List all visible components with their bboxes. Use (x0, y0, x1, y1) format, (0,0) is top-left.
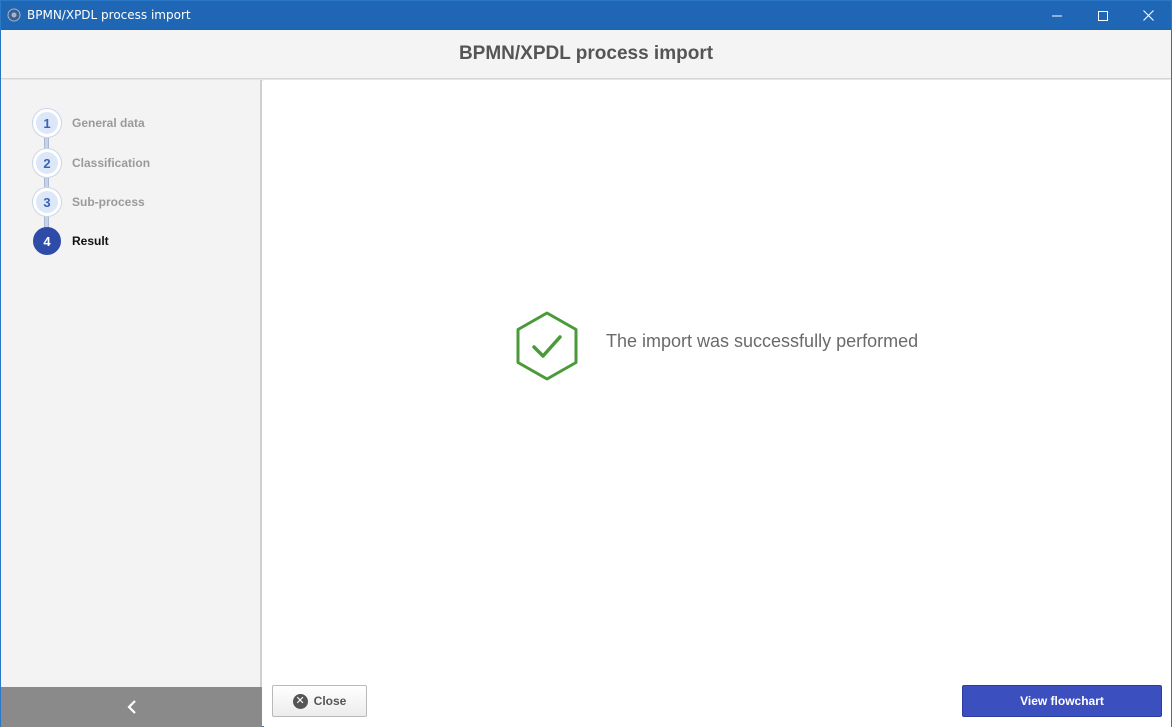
step-general-data[interactable]: 1 General data (33, 109, 145, 137)
step-result[interactable]: 4 Result (33, 227, 109, 255)
dialog-footer: ✕ Close View flowchart (264, 681, 1171, 727)
page-title: BPMN/XPDL process import (458, 43, 714, 64)
maximize-button[interactable] (1080, 1, 1126, 30)
dialog-window: BPMN/XPDL process import BPMN/XPDL proce… (0, 0, 1172, 727)
close-button-label: Close (313, 694, 347, 708)
view-flowchart-label: View flowchart (1020, 694, 1104, 708)
step-sub-process[interactable]: 3 Sub-process (33, 188, 145, 216)
collapse-sidebar-button[interactable] (1, 687, 262, 727)
close-icon (1142, 10, 1154, 21)
steps-connector-line (44, 125, 49, 243)
minimize-button[interactable] (1034, 1, 1080, 30)
step-number: 1 (33, 109, 61, 137)
step-label: General data (72, 116, 145, 130)
chevron-left-icon (126, 700, 136, 714)
minimize-icon (1052, 15, 1062, 16)
wizard-steps-sidebar: 1 General data 2 Classification 3 Sub-pr… (1, 80, 262, 687)
step-number: 3 (33, 188, 61, 216)
step-number: 4 (33, 227, 61, 255)
close-circle-icon: ✕ (292, 693, 308, 709)
result-panel: The import was successfully performed (264, 80, 1171, 680)
check-hexagon-icon (516, 311, 578, 381)
step-label: Classification (72, 156, 151, 170)
maximize-icon (1098, 10, 1108, 21)
dialog-header: BPMN/XPDL process import (1, 30, 1171, 79)
title-bar[interactable]: BPMN/XPDL process import (1, 1, 1171, 30)
close-button[interactable]: ✕ Close (272, 685, 367, 717)
app-icon (7, 8, 21, 22)
step-number: 2 (33, 149, 61, 177)
step-label: Sub-process (72, 195, 145, 209)
window-close-button[interactable] (1125, 1, 1171, 30)
step-label: Result (72, 234, 109, 248)
success-message: The import was successfully performed (606, 331, 919, 351)
step-classification[interactable]: 2 Classification (33, 149, 150, 177)
view-flowchart-button[interactable]: View flowchart (962, 685, 1162, 717)
window-title: BPMN/XPDL process import (27, 8, 191, 22)
